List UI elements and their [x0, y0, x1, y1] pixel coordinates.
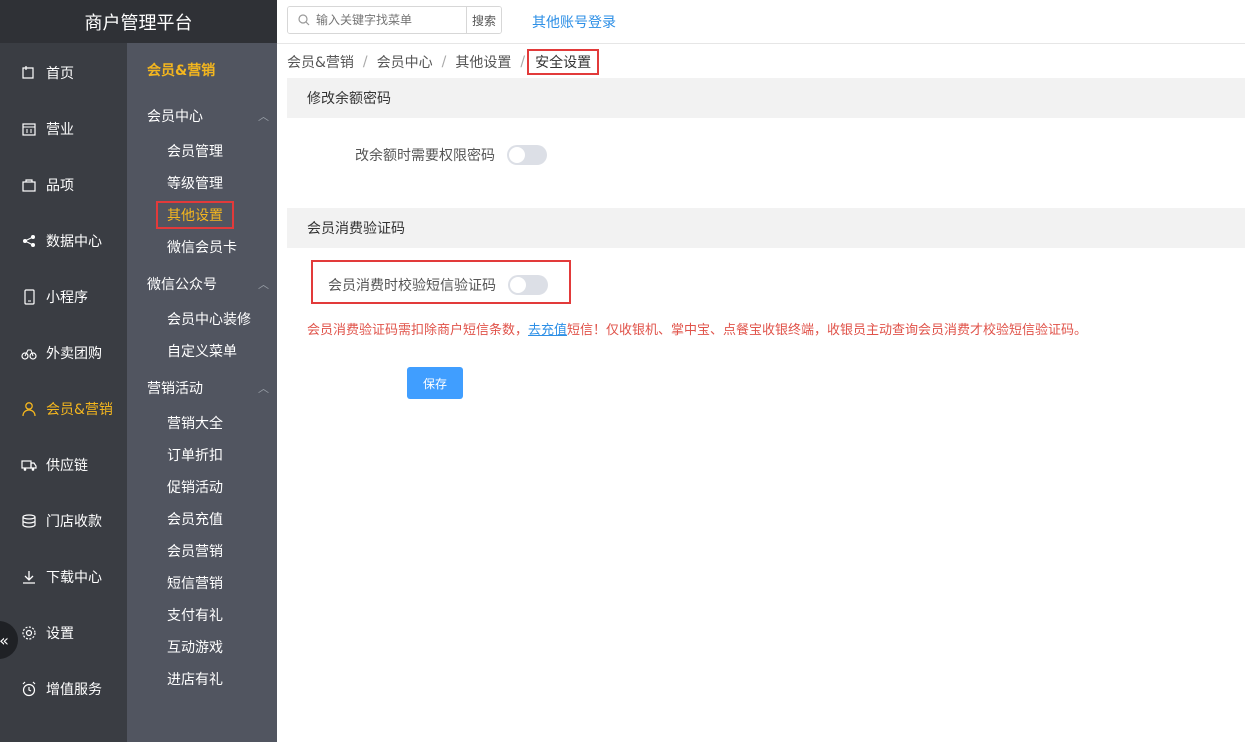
subnav-link-games[interactable]: 互动游戏 [167, 637, 223, 657]
breadcrumb-item[interactable]: 其他设置 [455, 52, 511, 72]
balance-password-label: 改余额时需要权限密码 [355, 148, 495, 164]
nav-item-label: 外卖团购 [46, 346, 102, 362]
save-button[interactable]: 保存 [407, 367, 463, 399]
download-icon [20, 568, 38, 586]
nav-item-delivery[interactable]: 外卖团购 [0, 325, 127, 381]
breadcrumb: 会员&营销 / 会员中心 / 其他设置 / 安全设置 [287, 49, 600, 75]
nav-item-settings[interactable]: 设置 [0, 605, 127, 661]
subnav-link-custom-menu[interactable]: 自定义菜单 [167, 341, 237, 361]
nav-item-value-added[interactable]: 增值服务 [0, 661, 127, 717]
chevron-up-icon: ︿ [258, 278, 269, 291]
nav-item-mini-program[interactable]: 小程序 [0, 269, 127, 325]
section-title-sms-verification: 会员消费验证码 [287, 208, 1245, 248]
subnav-group-wechat-official[interactable]: 微信公众号 ︿ [147, 274, 269, 294]
nav-item-download-center[interactable]: 下载中心 [0, 549, 127, 605]
subnav-link-visit-gift[interactable]: 进店有礼 [167, 669, 223, 689]
breadcrumb-separator: / [520, 54, 526, 70]
subnav-link-order-discount[interactable]: 订单折扣 [167, 445, 223, 465]
nav-item-store-payment[interactable]: 门店收款 [0, 493, 127, 549]
nav-item-label: 供应链 [46, 458, 88, 474]
recharge-link[interactable]: 去充值 [528, 323, 567, 338]
subnav-group-label: 营销活动 [147, 381, 203, 397]
nav-item-data-center[interactable]: 数据中心 [0, 213, 127, 269]
nav-item-label: 设置 [46, 626, 74, 642]
bike-icon [20, 344, 38, 362]
section-title-balance-password: 修改余额密码 [287, 78, 1245, 118]
subnav-link-member-center-decor[interactable]: 会员中心装修 [167, 309, 251, 329]
sub-sidebar: 会员&营销 会员中心 ︿ 会员管理 等级管理 其他设置 微信会员卡 微信公众号 … [127, 43, 277, 742]
coins-icon [20, 512, 38, 530]
nav-item-label: 下载中心 [46, 570, 102, 586]
home-icon [20, 64, 38, 82]
nav-item-label: 营业 [46, 122, 74, 138]
subnav-group-label: 会员中心 [147, 109, 203, 125]
subnav-group-label: 微信公众号 [147, 277, 217, 293]
subnav-group-marketing[interactable]: 营销活动 ︿ [147, 378, 269, 398]
breadcrumb-current: 安全设置 [527, 49, 600, 75]
nav-item-label: 品项 [46, 178, 74, 194]
balance-password-row: 改余额时需要权限密码 [355, 145, 547, 165]
sms-verification-toggle[interactable] [508, 275, 548, 295]
notice-text-after: 短信！仅收银机、掌中宝、点餐宝收银终端，收银员主动查询会员消费才校验短信验证码。 [567, 323, 1088, 338]
subnav-link-level-management[interactable]: 等级管理 [167, 173, 223, 193]
nav-item-products[interactable]: 品项 [0, 157, 127, 213]
breadcrumb-item[interactable]: 会员中心 [377, 52, 433, 72]
subnav-link-member-management[interactable]: 会员管理 [167, 141, 223, 161]
search-input[interactable] [288, 7, 466, 33]
bag-icon [20, 176, 38, 194]
top-bar: 搜索 其他账号登录 [277, 0, 1245, 44]
subnav-link-other-settings[interactable]: 其他设置 [156, 201, 234, 229]
main-sidebar: 首页 营业 品项 数据中心 小程序 外卖团购 会员&营销 供应链 门店收款 下载… [0, 43, 127, 742]
subnav-link-member-marketing[interactable]: 会员营销 [167, 541, 223, 561]
gear-icon [20, 624, 38, 642]
search-button[interactable]: 搜索 [466, 7, 501, 33]
chevron-up-icon: ︿ [258, 382, 269, 395]
subnav-link-marketing-all[interactable]: 营销大全 [167, 413, 223, 433]
nav-item-label: 门店收款 [46, 514, 102, 530]
truck-icon [20, 456, 38, 474]
nav-item-label: 小程序 [46, 290, 88, 306]
sms-verification-row: 会员消费时校验短信验证码 [328, 275, 548, 295]
calendar-icon [20, 120, 38, 138]
user-icon [20, 400, 38, 418]
subnav-title: 会员&营销 [147, 63, 216, 79]
app-title: 商户管理平台 [0, 0, 277, 43]
nav-item-supply-chain[interactable]: 供应链 [0, 437, 127, 493]
sms-notice: 会员消费验证码需扣除商户短信条数，去充值短信！仅收银机、掌中宝、点餐宝收银终端，… [307, 319, 1087, 338]
phone-icon [20, 288, 38, 306]
nav-item-label: 会员&营销 [46, 402, 113, 418]
subnav-link-wechat-card[interactable]: 微信会员卡 [167, 237, 237, 257]
breadcrumb-item[interactable]: 会员&营销 [287, 52, 354, 72]
nav-item-business[interactable]: 营业 [0, 101, 127, 157]
nav-item-member-marketing[interactable]: 会员&营销 [0, 381, 127, 437]
subnav-link-member-recharge[interactable]: 会员充值 [167, 509, 223, 529]
notice-text-before: 会员消费验证码需扣除商户短信条数， [307, 323, 529, 338]
other-account-login-link[interactable]: 其他账号登录 [532, 12, 616, 32]
nav-item-label: 首页 [46, 66, 74, 82]
sms-verification-label: 会员消费时校验短信验证码 [328, 278, 496, 294]
nav-item-label: 增值服务 [46, 682, 102, 698]
nav-item-home[interactable]: 首页 [0, 45, 127, 101]
share-icon [20, 232, 38, 250]
chevron-up-icon: ︿ [258, 110, 269, 123]
subnav-link-promotions[interactable]: 促销活动 [167, 477, 223, 497]
subnav-link-payment-gift[interactable]: 支付有礼 [167, 605, 223, 625]
subnav-group-member-center[interactable]: 会员中心 ︿ [147, 106, 269, 126]
menu-search: 搜索 [287, 6, 502, 34]
double-chevron-left-icon: « [0, 630, 9, 650]
search-icon [298, 14, 310, 26]
subnav-link-sms-marketing[interactable]: 短信营销 [167, 573, 223, 593]
alarm-icon [20, 680, 38, 698]
nav-item-label: 数据中心 [46, 234, 102, 250]
breadcrumb-separator: / [441, 54, 447, 70]
breadcrumb-separator: / [362, 54, 368, 70]
balance-password-toggle[interactable] [507, 145, 547, 165]
